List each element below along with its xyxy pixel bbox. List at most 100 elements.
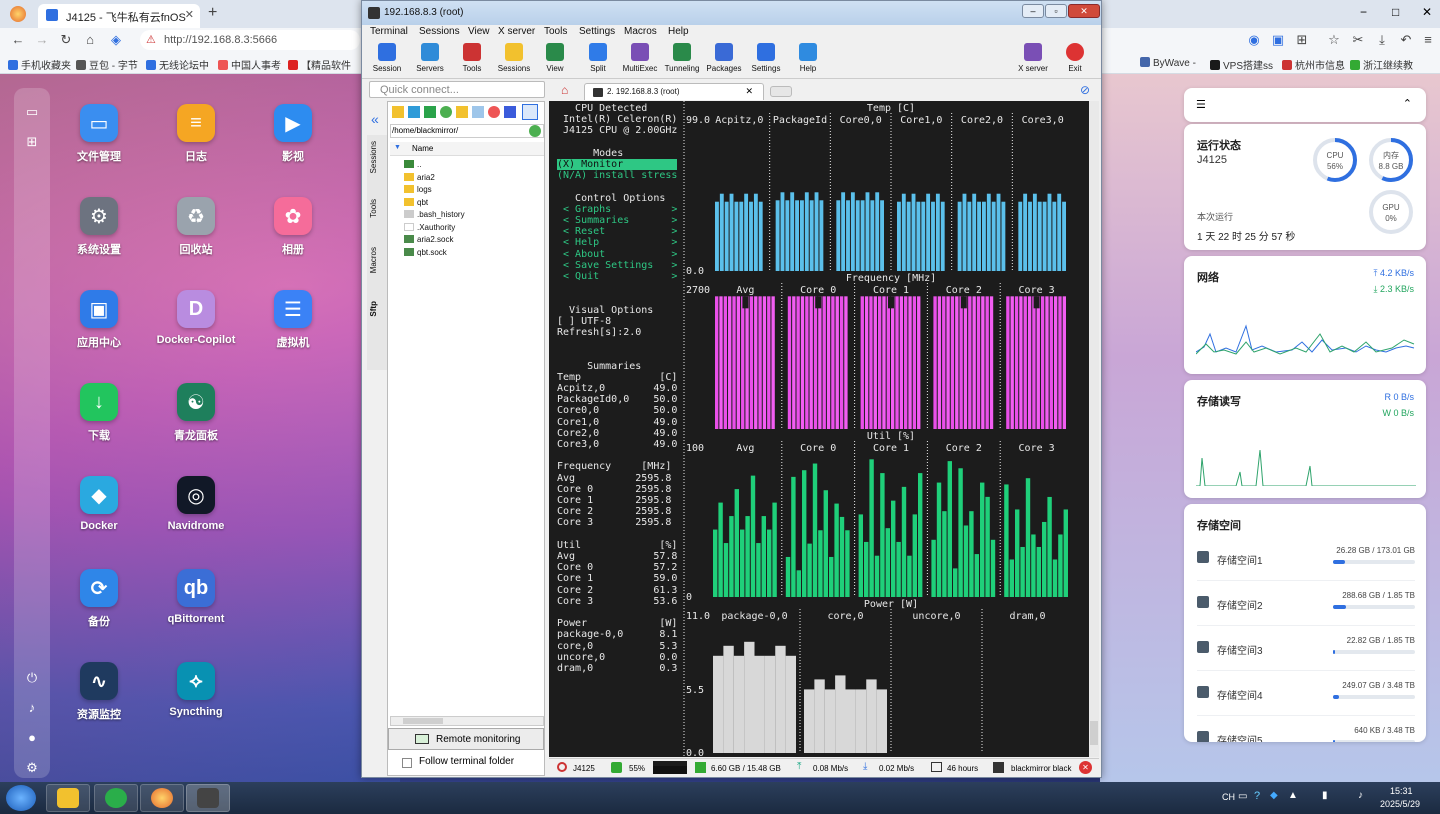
sftp-upload-icon[interactable] xyxy=(424,106,436,118)
sftp-new-folder-icon[interactable] xyxy=(456,106,468,118)
sftp-file-item[interactable]: aria2 xyxy=(404,172,435,182)
sftp-file-item[interactable]: qbt xyxy=(404,197,428,207)
ai-icon[interactable]: ◈ xyxy=(108,32,124,48)
app-qbittorrent[interactable]: qb qBittorrent xyxy=(151,569,241,625)
bookmark-item[interactable]: 杭州市信息 xyxy=(1282,57,1345,72)
toolbar-servers[interactable]: Servers xyxy=(407,43,453,73)
clock-time[interactable]: 15:31 xyxy=(1390,786,1413,796)
app-item-3[interactable]: ⚙ 系统设置 xyxy=(54,197,144,257)
side-tab-tools[interactable]: Tools xyxy=(369,199,378,218)
menu-settings[interactable]: Settings xyxy=(579,26,615,37)
bookmark-item[interactable]: 【精品软件 xyxy=(288,57,351,72)
extension-icon[interactable]: ◉ xyxy=(1246,32,1262,48)
remote-monitoring-button[interactable]: Remote monitoring xyxy=(388,728,544,750)
tray-volume-icon[interactable]: ♪ xyxy=(1358,790,1363,801)
toolbar-split[interactable]: Split xyxy=(575,43,621,73)
bookmark-item[interactable]: ByWave - xyxy=(1140,57,1196,69)
menu-view[interactable]: View xyxy=(468,26,490,37)
tray-help-icon[interactable]: ? xyxy=(1254,790,1260,802)
side-tab-macros[interactable]: Macros xyxy=(369,247,378,273)
toolbar-tunneling[interactable]: Tunneling xyxy=(659,43,705,73)
app-item-18[interactable]: ∿ 资源监控 xyxy=(54,662,144,722)
sftp-hscroll-thumb[interactable] xyxy=(403,718,443,724)
address-bar[interactable]: ⚠ http://192.168.8.3:5666 xyxy=(140,30,360,50)
filter-icon[interactable]: ☰ xyxy=(1196,98,1206,111)
side-tab-sessions[interactable]: Sessions xyxy=(369,141,378,173)
undo-icon[interactable]: ↶ xyxy=(1398,32,1414,48)
col-name[interactable]: Name xyxy=(412,144,433,153)
follow-folder-checkbox[interactable] xyxy=(402,758,412,768)
tray-keyboard-icon[interactable]: ▭ xyxy=(1238,791,1247,802)
sftp-folder-up-icon[interactable] xyxy=(392,106,404,118)
menu-sessions[interactable]: Sessions xyxy=(419,26,460,37)
user-icon[interactable]: ● xyxy=(24,730,40,746)
storage-item[interactable]: 存储空间4 249.07 GB / 3.48 TB xyxy=(1197,681,1415,729)
storage-item[interactable]: 存储空间5 640 KB / 3.48 TB xyxy=(1197,726,1415,742)
network-widget[interactable]: 网络 ⤒ 4.2 KB/s ⤓ 2.3 KB/s xyxy=(1184,256,1426,374)
window-close-button[interactable]: ✕ xyxy=(1422,5,1432,19)
tray-network-icon[interactable]: ▮ xyxy=(1322,790,1328,801)
toolbar-tools[interactable]: Tools xyxy=(449,43,495,73)
app-docker-copilot[interactable]: D Docker-Copilot xyxy=(151,290,241,346)
app-item-6[interactable]: ▣ 应用中心 xyxy=(54,290,144,350)
window-maximize-button[interactable]: □ xyxy=(1392,5,1399,19)
scroll-thumb[interactable] xyxy=(1090,721,1098,745)
download-icon[interactable]: ⤓ xyxy=(1374,32,1390,48)
bookmark-item[interactable]: VPS搭建ss xyxy=(1210,57,1273,72)
translate-icon[interactable]: ▣ xyxy=(1270,32,1286,48)
menu-macros[interactable]: Macros xyxy=(624,26,657,37)
sftp-hscroll[interactable] xyxy=(390,716,544,726)
app-item-8[interactable]: ☰ 虚拟机 xyxy=(248,290,338,350)
moba-close-button[interactable]: ✕ xyxy=(1068,4,1100,18)
apps-icon[interactable]: ⊞ xyxy=(1294,32,1310,48)
storage-item[interactable]: 存储空间3 22.82 GB / 1.85 TB xyxy=(1197,636,1415,684)
moba-maximize-button[interactable]: ▫ xyxy=(1045,4,1067,18)
sftp-path-ok-icon[interactable] xyxy=(529,125,541,137)
sftp-new-file-icon[interactable] xyxy=(472,106,484,118)
tray-expand-icon[interactable]: ▲ xyxy=(1288,790,1298,801)
sftp-download-icon[interactable] xyxy=(408,106,420,118)
app-item-15[interactable]: ⟳ 备份 xyxy=(54,569,144,629)
bookmark-item[interactable]: 中国人事考 xyxy=(218,57,281,72)
app-docker[interactable]: ◆ Docker xyxy=(54,476,144,532)
menu-terminal[interactable]: Terminal xyxy=(370,26,408,37)
session-tab-close-icon[interactable]: ✕ xyxy=(745,86,753,97)
taskbar-wechat[interactable] xyxy=(94,784,138,812)
side-tab-sftp[interactable]: Sftp xyxy=(369,301,378,317)
attachment-icon[interactable]: ⊘ xyxy=(1080,83,1090,97)
app-item-5[interactable]: ✿ 相册 xyxy=(248,197,338,257)
settings-icon[interactable]: ⚙ xyxy=(24,760,40,776)
tab-close-icon[interactable]: ✕ xyxy=(185,8,194,21)
sidebar-collapse-icon[interactable]: « xyxy=(371,111,379,127)
app-item-4[interactable]: ♻ 回收站 xyxy=(151,197,241,257)
sftp-delete-icon[interactable] xyxy=(488,106,500,118)
sftp-refresh-icon[interactable] xyxy=(440,106,452,118)
menu-icon[interactable]: ≡ xyxy=(1420,32,1436,48)
storage-item[interactable]: 存储空间1 26.28 GB / 173.01 GB xyxy=(1197,546,1415,594)
window-minimize-button[interactable]: − xyxy=(1360,5,1367,19)
start-button[interactable] xyxy=(6,785,36,811)
app-grid-icon[interactable]: ⊞ xyxy=(24,134,40,150)
toolbar-view[interactable]: View xyxy=(532,43,578,73)
terminal-scrollbar[interactable] xyxy=(1089,101,1099,757)
app-item-9[interactable]: ↓ 下载 xyxy=(54,383,144,443)
storage-item[interactable]: 存储空间2 288.68 GB / 1.85 TB xyxy=(1197,591,1415,639)
tray-lang[interactable]: CH xyxy=(1222,792,1235,802)
clock-date[interactable]: 2025/5/29 xyxy=(1380,799,1420,809)
power-icon[interactable]: ⏻ xyxy=(24,670,40,686)
app-item-10[interactable]: ☯ 青龙面板 xyxy=(151,383,241,443)
terminal-screen[interactable]: CPU Detected Intel(R) Celeron(R) J4125 C… xyxy=(549,101,1099,757)
collapse-icon[interactable]: ⌃ xyxy=(1403,97,1412,110)
toolbar-session[interactable]: Session xyxy=(364,43,410,73)
taskbar-mobaxterm[interactable] xyxy=(186,784,230,812)
app-item-0[interactable]: ▭ 文件管理 xyxy=(54,104,144,164)
storage-widget[interactable]: 存储空间 存储空间1 26.28 GB / 173.01 GB 存储空间2 288.6… xyxy=(1184,504,1426,742)
toolbar-sessions[interactable]: Sessions xyxy=(491,43,537,73)
new-tab-button[interactable]: + xyxy=(208,4,217,22)
sftp-file-item[interactable]: .. xyxy=(404,160,421,169)
quick-connect-input[interactable]: Quick connect... xyxy=(369,81,545,98)
app-item-1[interactable]: ≡ 日志 xyxy=(151,104,241,164)
sftp-file-item[interactable]: aria2.sock xyxy=(404,235,453,244)
home-tab-icon[interactable]: ⌂ xyxy=(561,83,568,97)
home-icon[interactable]: ⌂ xyxy=(82,32,98,48)
